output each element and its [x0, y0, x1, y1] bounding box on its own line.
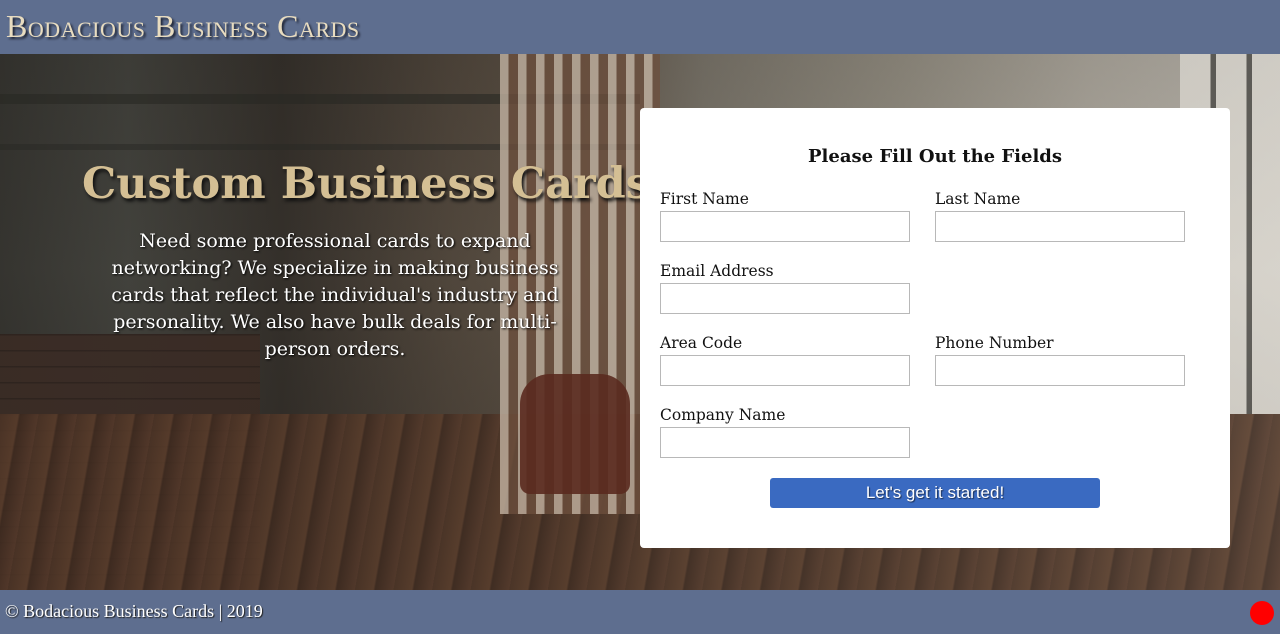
hero-background-chair — [520, 374, 630, 494]
site-header: Bodacious Business Cards — [0, 0, 1280, 54]
email-input[interactable] — [660, 283, 910, 314]
area-code-input[interactable] — [660, 355, 910, 386]
site-footer: © Bodacious Business Cards | 2019 — [0, 590, 1280, 634]
last-name-label: Last Name — [935, 190, 1021, 208]
form-title: Please Fill Out the Fields — [808, 146, 1062, 167]
phone-number-label: Phone Number — [935, 334, 1054, 352]
phone-number-input[interactable] — [935, 355, 1185, 386]
site-brand[interactable]: Bodacious Business Cards — [6, 6, 360, 46]
signup-form: Please Fill Out the Fields First Name La… — [640, 108, 1230, 548]
email-label: Email Address — [660, 262, 774, 280]
company-name-label: Company Name — [660, 406, 786, 424]
first-name-input[interactable] — [660, 211, 910, 242]
company-name-input[interactable] — [660, 427, 910, 458]
hero-description: Need some professional cards to expand n… — [111, 230, 559, 360]
hero-title: Custom Business Cards — [82, 159, 650, 209]
submit-button[interactable]: Let's get it started! — [770, 478, 1100, 508]
first-name-label: First Name — [660, 190, 749, 208]
status-dot-icon — [1250, 601, 1274, 625]
footer-copyright: © Bodacious Business Cards | 2019 — [5, 601, 263, 621]
area-code-label: Area Code — [660, 334, 743, 352]
last-name-input[interactable] — [935, 211, 1185, 242]
